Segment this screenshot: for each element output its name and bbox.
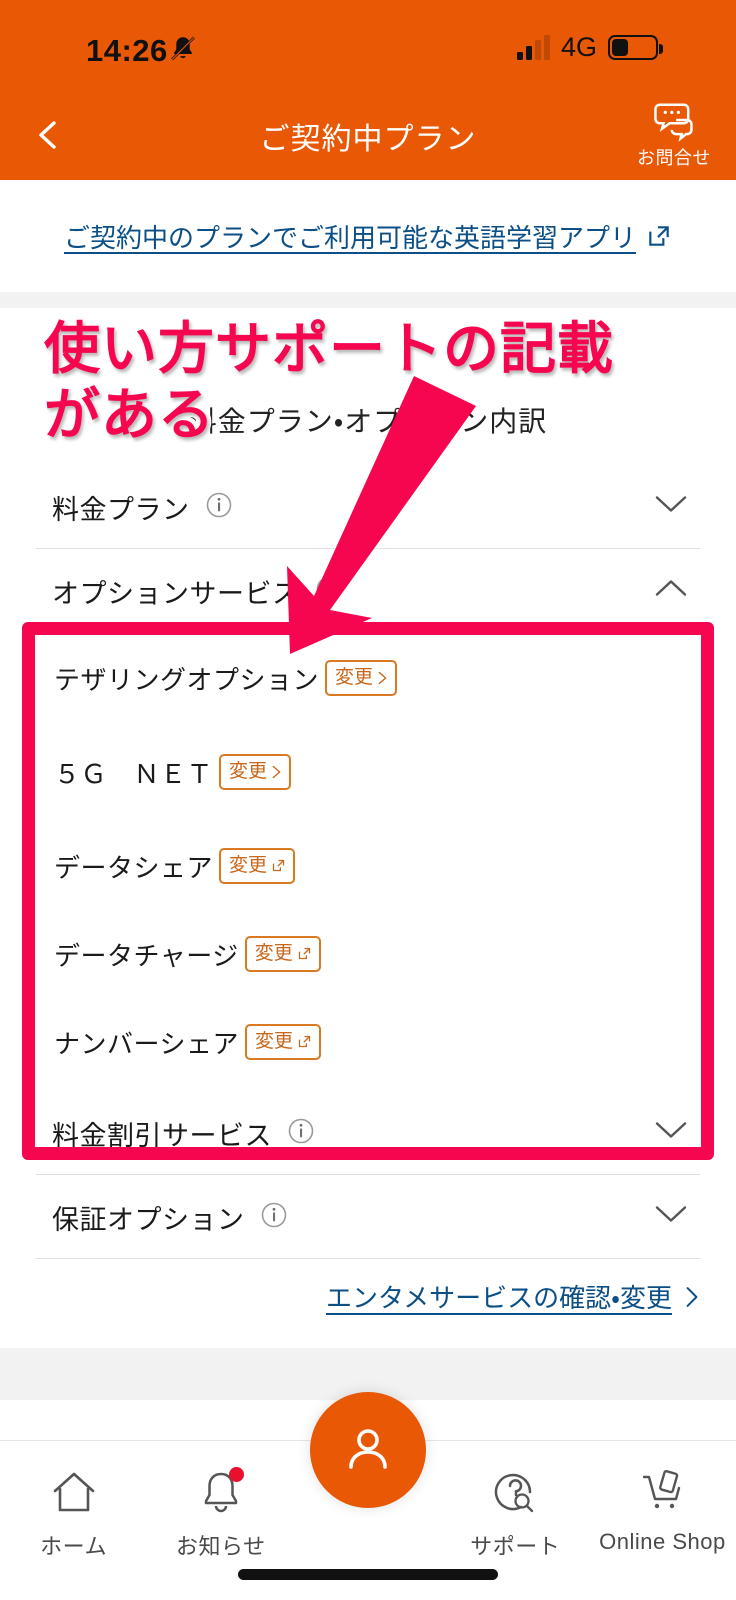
status-bar: 14:26 4G <box>0 0 736 92</box>
tab-label: お知らせ <box>176 1534 266 1559</box>
chevron-down-icon[interactable] <box>654 1120 688 1147</box>
chevron-down-icon[interactable] <box>654 494 688 521</box>
info-circle-icon[interactable] <box>316 576 342 607</box>
accordion-label: 料金割引サービス <box>52 1120 272 1151</box>
contact-label: お問合せ <box>637 148 711 168</box>
chevron-right-icon <box>378 671 387 684</box>
home-indicator <box>238 1569 498 1580</box>
tab-label: Online Shop <box>599 1529 726 1554</box>
chevron-right-icon <box>272 765 281 778</box>
support-question-search-icon <box>488 1467 542 1517</box>
change-button-tethering[interactable]: 変更 <box>325 660 398 696</box>
divider <box>36 548 700 549</box>
bell-icon <box>194 1467 248 1517</box>
external-link-icon <box>649 226 669 246</box>
chevron-right-icon <box>686 1286 698 1307</box>
tab-label: ホーム <box>40 1534 108 1559</box>
accordion-discount-service[interactable]: 料金割引サービス <box>0 1092 736 1174</box>
accordion-ryokin-plan[interactable]: 料金プラン <box>0 466 736 548</box>
home-icon <box>47 1467 101 1517</box>
tab-online-shop[interactable]: Online Shop <box>589 1441 736 1600</box>
chevron-up-icon[interactable] <box>654 578 688 605</box>
notification-badge-dot <box>228 1467 244 1482</box>
info-circle-icon[interactable] <box>206 492 232 523</box>
option-row-numbershare: ナンバーシェア 変更 <box>0 1018 736 1066</box>
option-row-tethering: テザリングオプション 変更 <box>0 654 736 702</box>
network-type-label: 4G <box>560 32 597 62</box>
option-name: ナンバーシェア <box>54 1028 239 1059</box>
external-link-icon <box>272 859 285 872</box>
divider <box>36 1174 700 1175</box>
external-link-icon <box>298 1035 311 1048</box>
cart-phone-icon <box>635 1467 689 1517</box>
option-name: テザリングオプション <box>54 664 320 695</box>
tab-label: サポート <box>470 1534 561 1559</box>
change-button-label: 変更 <box>229 761 268 782</box>
option-name: データチャージ <box>54 940 239 971</box>
info-circle-icon[interactable] <box>288 1118 314 1149</box>
option-row-datacharge: データチャージ 変更 <box>0 930 736 978</box>
accordion-label: オプションサービス <box>52 578 300 609</box>
battery-low-icon <box>608 35 663 60</box>
status-time: 14:26 <box>86 33 168 68</box>
phone-screen: 14:26 4G ご契約中プラン お問合せ ご契約中のプランでご利用可能な英語学… <box>0 0 736 1600</box>
option-name: データシェア <box>54 852 214 883</box>
option-name: ５Ｇ ＮＥＴ <box>54 758 214 789</box>
english-app-link-label: ご契約中のプランでご利用可能な英語学習アプリ <box>63 222 636 253</box>
info-circle-icon[interactable] <box>261 1202 287 1233</box>
change-button-5gnet[interactable]: 変更 <box>219 754 292 790</box>
change-button-numbershare[interactable]: 変更 <box>244 1024 321 1060</box>
change-button-datashare[interactable]: 変更 <box>219 848 296 884</box>
contact-button[interactable]: お問合せ <box>626 98 722 170</box>
status-right-group: 4G <box>516 32 663 63</box>
chat-bubble-icon <box>654 103 693 142</box>
app-header: ご契約中プラン お問合せ <box>0 92 736 180</box>
change-button-datacharge[interactable]: 変更 <box>244 936 321 972</box>
bell-muted-icon <box>168 34 198 64</box>
accordion-label: 保証オプション <box>52 1204 245 1235</box>
divider <box>36 1258 700 1259</box>
entame-service-link[interactable]: エンタメサービスの確認・変更 <box>326 1278 700 1315</box>
person-icon <box>349 1429 387 1469</box>
accordion-option-service[interactable]: オプションサービス <box>0 550 736 632</box>
mypage-fab-button[interactable] <box>310 1392 426 1508</box>
external-link-icon <box>298 947 310 960</box>
change-button-label: 変更 <box>254 943 293 964</box>
section-title: 料金プラン・オプション内訳 <box>188 406 548 437</box>
signal-bars-icon <box>516 35 550 60</box>
change-button-label: 変更 <box>335 667 374 688</box>
entame-service-link-label: エンタメサービスの確認・変更 <box>325 1283 672 1313</box>
accordion-label: 料金プラン <box>52 494 190 525</box>
accordion-warranty-option[interactable]: 保証オプション <box>0 1176 736 1258</box>
top-link-band: ご契約中のプランでご利用可能な英語学習アプリ <box>0 180 736 292</box>
change-button-label: 変更 <box>229 855 268 876</box>
tab-home[interactable]: ホーム <box>0 1441 147 1600</box>
option-row-datashare: データシェア 変更 <box>0 842 736 890</box>
english-app-link[interactable]: ご契約中のプランでご利用可能な英語学習アプリ <box>64 218 672 255</box>
change-button-label: 変更 <box>254 1031 293 1052</box>
option-row-5gnet: ５Ｇ ＮＥＴ 変更 <box>0 748 736 796</box>
chevron-down-icon[interactable] <box>654 1204 688 1231</box>
